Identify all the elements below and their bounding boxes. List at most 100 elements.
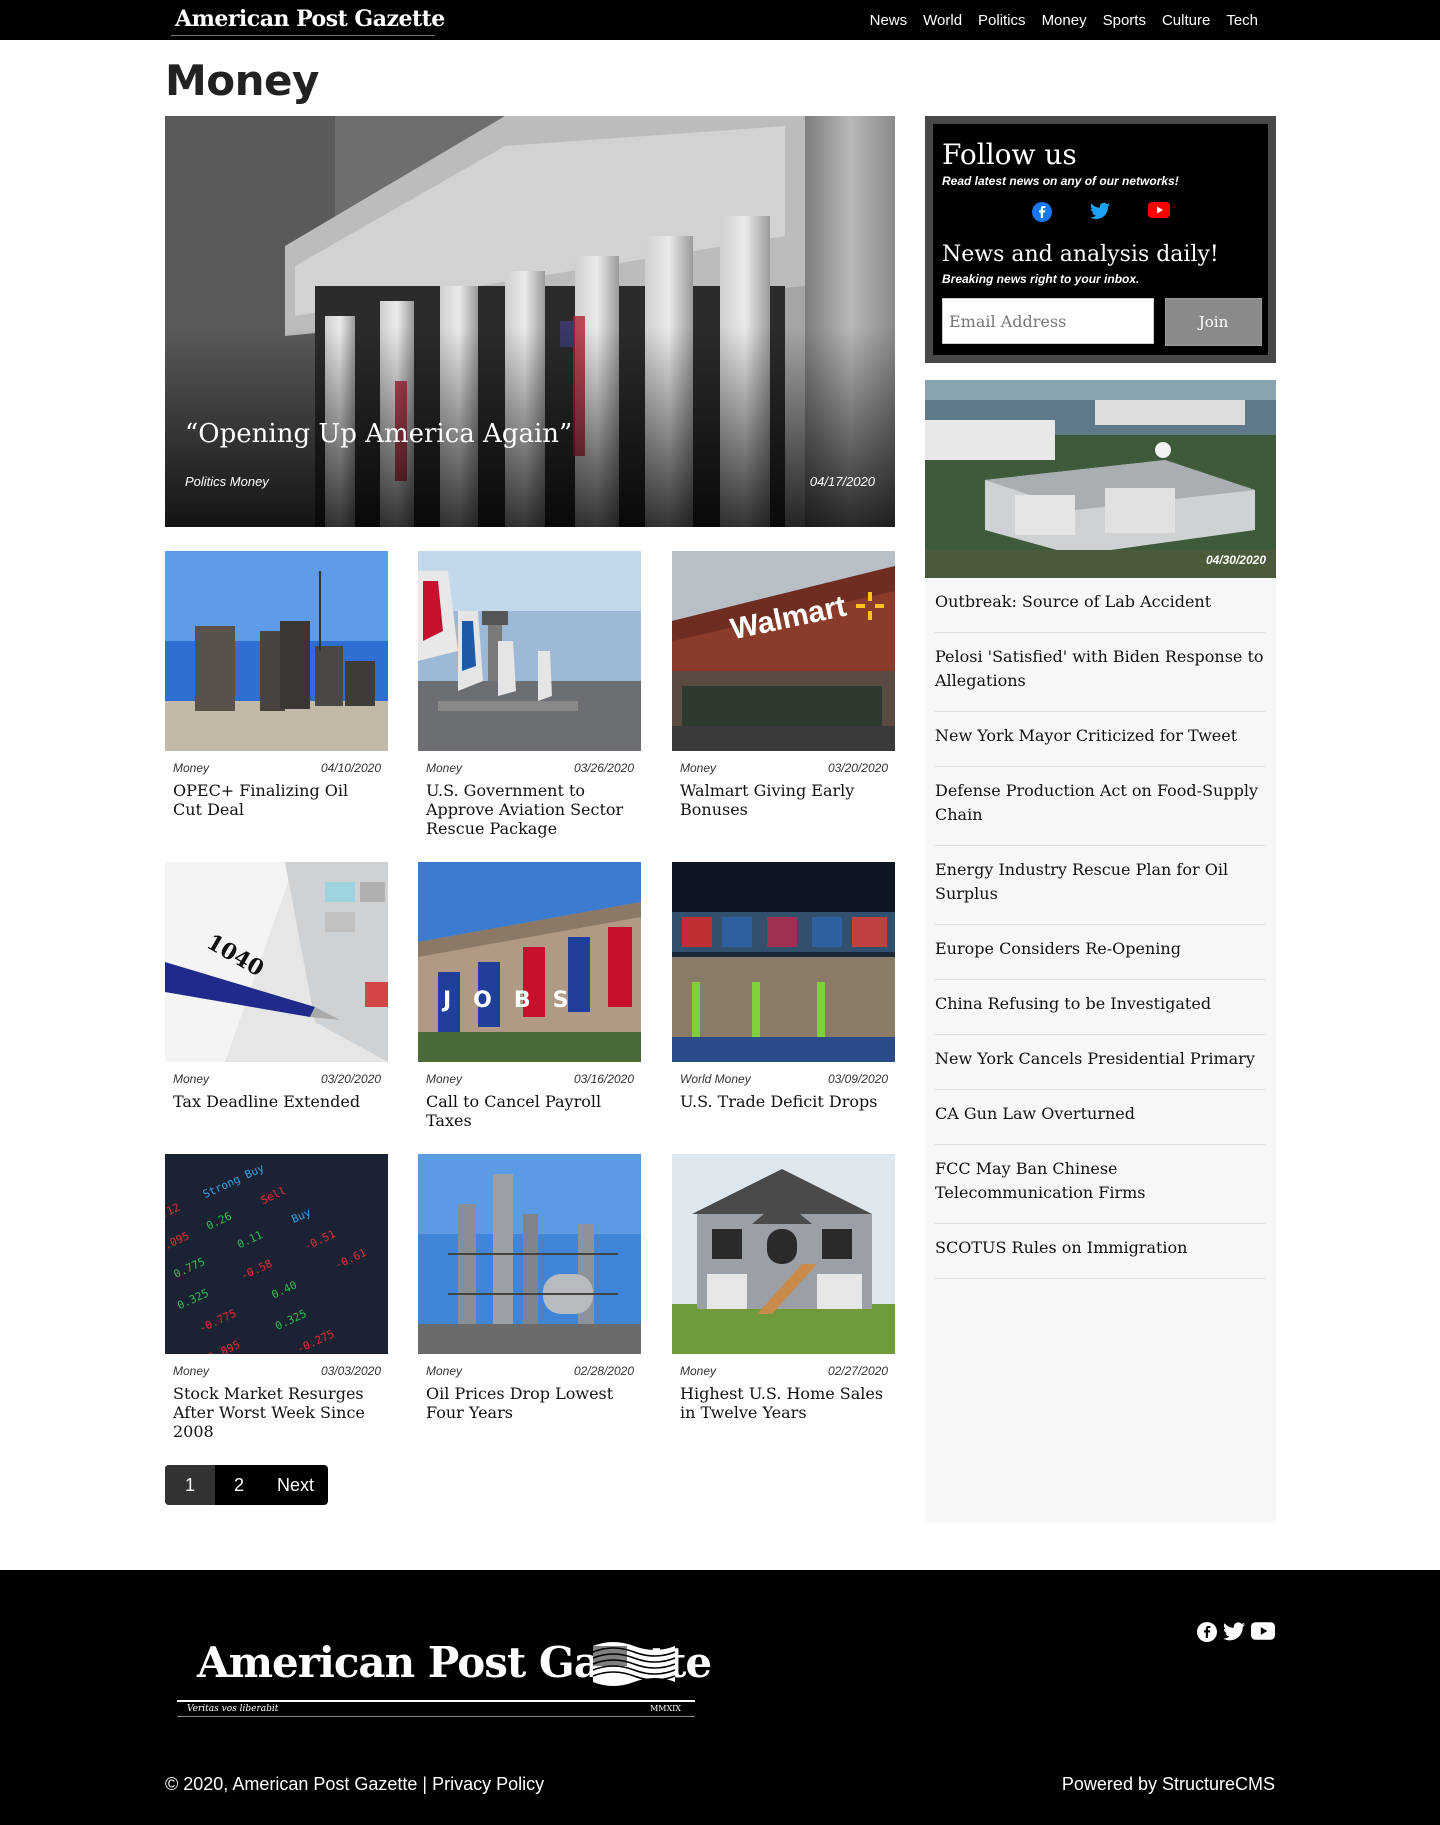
page-2-button[interactable]: 2 (215, 1465, 263, 1505)
article-title[interactable]: U.S. Trade Deficit Drops (672, 1086, 895, 1111)
article-thumbnail (418, 1154, 641, 1354)
youtube-icon[interactable] (1147, 202, 1170, 218)
article-card[interactable]: 1040 Money 03/20/2020 Tax Deadline Extend… (165, 862, 388, 1111)
sidebar-feature[interactable]: 04/30/2020 (925, 380, 1276, 578)
follow-box-inner: Follow us Read latest news on any of our… (933, 124, 1268, 355)
powered-by-text[interactable]: Powered by StructureCMS (1062, 1774, 1275, 1795)
facebook-icon[interactable] (1031, 202, 1052, 222)
article-thumbnail (165, 551, 388, 751)
social-links (933, 202, 1268, 222)
article-date: 02/28/2020 (573, 1364, 634, 1378)
join-button[interactable]: Join (1165, 298, 1262, 346)
article-date: 04/10/2020 (320, 761, 381, 775)
sidebar-headline[interactable]: Europe Considers Re-Opening (935, 925, 1265, 980)
sidebar-headline[interactable]: SCOTUS Rules on Immigration (935, 1224, 1265, 1279)
hero-date: 04/17/2020 (809, 474, 875, 489)
article-title[interactable]: Tax Deadline Extended (165, 1086, 388, 1111)
sidebar-headline[interactable]: New York Cancels Presidential Primary (935, 1035, 1265, 1090)
footer-year-mark: MMXIX (650, 1704, 681, 1713)
sidebar-headline[interactable]: Pelosi 'Satisfied' with Biden Response t… (935, 633, 1265, 712)
pagination: 1 2 Next (165, 1465, 328, 1505)
nav-world[interactable]: World (923, 12, 962, 29)
twitter-icon[interactable] (1089, 202, 1110, 220)
sidebar-headline[interactable]: China Refusing to be Investigated (935, 980, 1265, 1035)
hero-category[interactable]: Politics Money (185, 474, 269, 489)
email-input[interactable] (942, 298, 1154, 344)
article-title[interactable]: OPEC+ Finalizing Oil Cut Deal (165, 775, 388, 819)
article-title[interactable]: U.S. Government to Approve Aviation Sect… (418, 775, 641, 838)
nav-politics[interactable]: Politics (978, 12, 1026, 29)
nav-tech[interactable]: Tech (1226, 12, 1258, 29)
article-card[interactable]: Walmart Money 03/20/2020 Walmart Giving E… (672, 551, 895, 819)
site-logo-text: American Post Gazette (175, 6, 445, 32)
article-category[interactable]: Money (426, 1072, 462, 1086)
article-date: 03/16/2020 (573, 1072, 634, 1086)
jobs-banner-text: JOBS (441, 988, 591, 1013)
sidebar-headline[interactable]: FCC May Ban Chinese Telecommunication Fi… (935, 1145, 1265, 1224)
next-page-button[interactable]: Next (263, 1465, 328, 1505)
article-category[interactable]: World Money (680, 1072, 751, 1086)
hero-article[interactable]: “Opening Up America Again” Politics Mone… (165, 116, 895, 527)
follow-title: Follow us (942, 138, 1077, 171)
article-title[interactable]: Stock Market Resurges After Worst Week S… (165, 1378, 388, 1441)
hero-title[interactable]: “Opening Up America Again” (185, 419, 572, 449)
article-category[interactable]: Money (426, 1364, 462, 1378)
twitter-icon[interactable] (1223, 1622, 1245, 1641)
article-category[interactable]: Money (680, 1364, 716, 1378)
nav-sports[interactable]: Sports (1103, 12, 1146, 29)
article-category[interactable]: Money (173, 1364, 209, 1378)
article-card[interactable]: Money 04/10/2020 OPEC+ Finalizing Oil Cut… (165, 551, 388, 819)
article-card[interactable]: World Money 03/09/2020 U.S. Trade Deficit… (672, 862, 895, 1111)
footer-logo-rule (177, 1716, 695, 1717)
sidebar-headline[interactable]: CA Gun Law Overturned (935, 1090, 1265, 1145)
article-thumbnail: -0.12Strong Buy -0.0950.26Sell 0.7750.11… (165, 1154, 388, 1354)
footer-logo[interactable]: American Post Gazette Veritas vos libera… (173, 1638, 712, 1720)
article-date: 03/26/2020 (573, 761, 634, 775)
article-date: 02/27/2020 (827, 1364, 888, 1378)
sidebar-feature-image (925, 380, 1276, 578)
article-category[interactable]: Money (173, 1072, 209, 1086)
top-navbar: American Post Gazette News World Politic… (0, 0, 1440, 40)
site-footer: American Post Gazette Veritas vos libera… (0, 1570, 1440, 1825)
article-category[interactable]: Money (173, 761, 209, 775)
footer-social-links (1197, 1622, 1275, 1642)
article-date: 03/20/2020 (827, 761, 888, 775)
article-title[interactable]: Walmart Giving Early Bonuses (672, 775, 895, 819)
site-logo[interactable]: American Post Gazette (165, 0, 445, 38)
page-1-button[interactable]: 1 (165, 1465, 215, 1505)
article-title[interactable]: Oil Prices Drop Lowest Four Years (418, 1378, 641, 1422)
article-card[interactable]: JOBS Money 03/16/2020 Call to Cancel Payr… (418, 862, 641, 1130)
flag-icon (592, 1642, 676, 1686)
article-card[interactable]: Money 02/28/2020 Oil Prices Drop Lowest F… (418, 1154, 641, 1422)
article-thumbnail: 1040 (165, 862, 388, 1062)
article-date: 03/20/2020 (320, 1072, 381, 1086)
footer-motto: Veritas vos liberabit (187, 1704, 279, 1714)
sidebar-headline-list: Outbreak: Source of Lab Accident Pelosi … (935, 578, 1265, 1279)
article-category[interactable]: Money (426, 761, 462, 775)
article-thumbnail (672, 1154, 895, 1354)
article-thumbnail (672, 862, 895, 1062)
nav-money[interactable]: Money (1042, 12, 1087, 29)
article-title[interactable]: Call to Cancel Payroll Taxes (418, 1086, 641, 1130)
sidebar-headlines-panel: 04/30/2020 Outbreak: Source of Lab Accid… (925, 380, 1276, 1522)
sidebar-feature-date: 04/30/2020 (1205, 553, 1266, 567)
nav-culture[interactable]: Culture (1162, 12, 1210, 29)
copyright-text[interactable]: © 2020, American Post Gazette | Privacy … (165, 1774, 544, 1795)
sidebar-headline[interactable]: Energy Industry Rescue Plan for Oil Surp… (935, 846, 1265, 925)
article-card[interactable]: -0.12 Strong Buy -0.095 0.26 Sell 0.775 0.11… (165, 1154, 388, 1441)
article-card[interactable]: Money 02/27/2020 Highest U.S. Home Sales … (672, 1154, 895, 1422)
article-thumbnail: Walmart (672, 551, 895, 751)
sidebar-headline[interactable]: Outbreak: Source of Lab Accident (935, 578, 1265, 633)
follow-subtitle: Read latest news on any of our networks! (942, 174, 1179, 188)
article-category[interactable]: Money (680, 761, 716, 775)
article-title[interactable]: Highest U.S. Home Sales in Twelve Years (672, 1378, 895, 1422)
sidebar-headline[interactable]: Defense Production Act on Food-Supply Ch… (935, 767, 1265, 846)
footer-logo-rule (177, 1700, 695, 1702)
youtube-icon[interactable] (1251, 1622, 1275, 1640)
sidebar-headline[interactable]: New York Mayor Criticized for Tweet (935, 712, 1265, 767)
article-card[interactable]: Money 03/26/2020 U.S. Government to Appro… (418, 551, 641, 838)
article-date: 03/09/2020 (827, 1072, 888, 1086)
article-thumbnail: JOBS (418, 862, 641, 1062)
facebook-icon[interactable] (1197, 1622, 1217, 1642)
nav-news[interactable]: News (870, 12, 908, 29)
